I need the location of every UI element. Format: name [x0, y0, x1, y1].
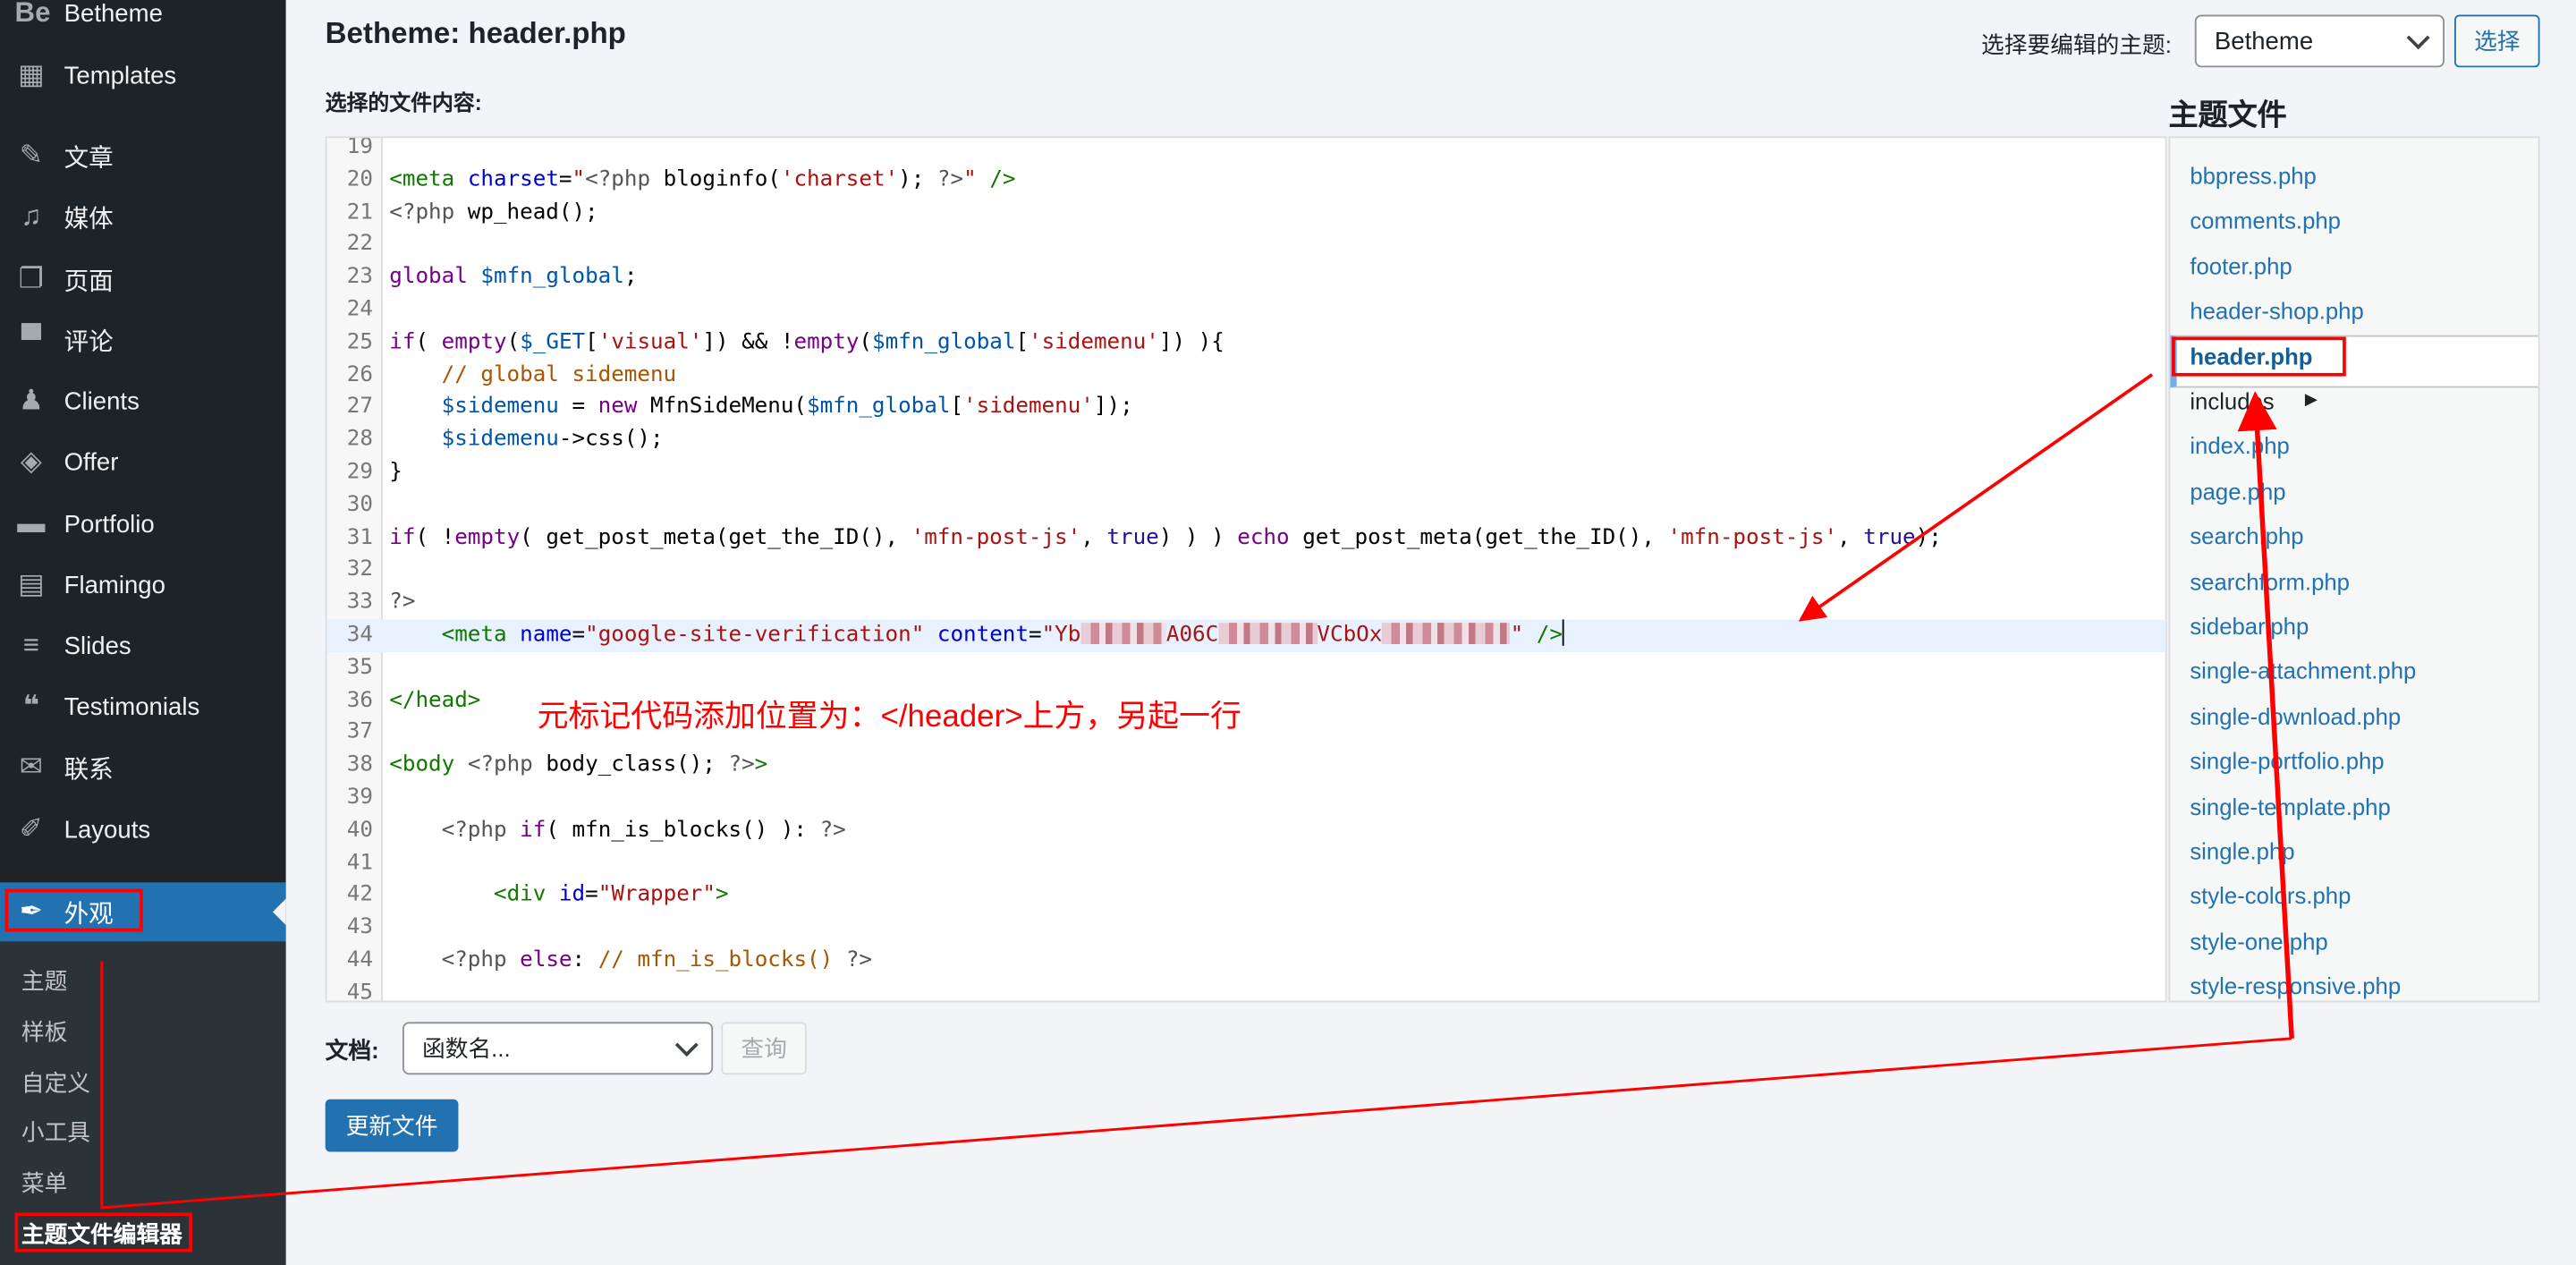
connector-line — [100, 961, 2292, 1210]
arrow-to-code-line — [1798, 373, 2154, 622]
highlight-box-header-file — [2172, 336, 2346, 377]
annotation-arrows — [100, 373, 2294, 1210]
arrow-to-header-file — [2237, 391, 2294, 1039]
highlight-box-appearance — [4, 888, 143, 932]
highlight-box-editor — [14, 1212, 192, 1252]
wp-theme-file-editor: Be Betheme ▦ Templates ✎ 文章 ♫ 媒体 ❐ 页面 ▀ 评论 ♟ Clients ◈… — [0, 0, 2576, 1265]
